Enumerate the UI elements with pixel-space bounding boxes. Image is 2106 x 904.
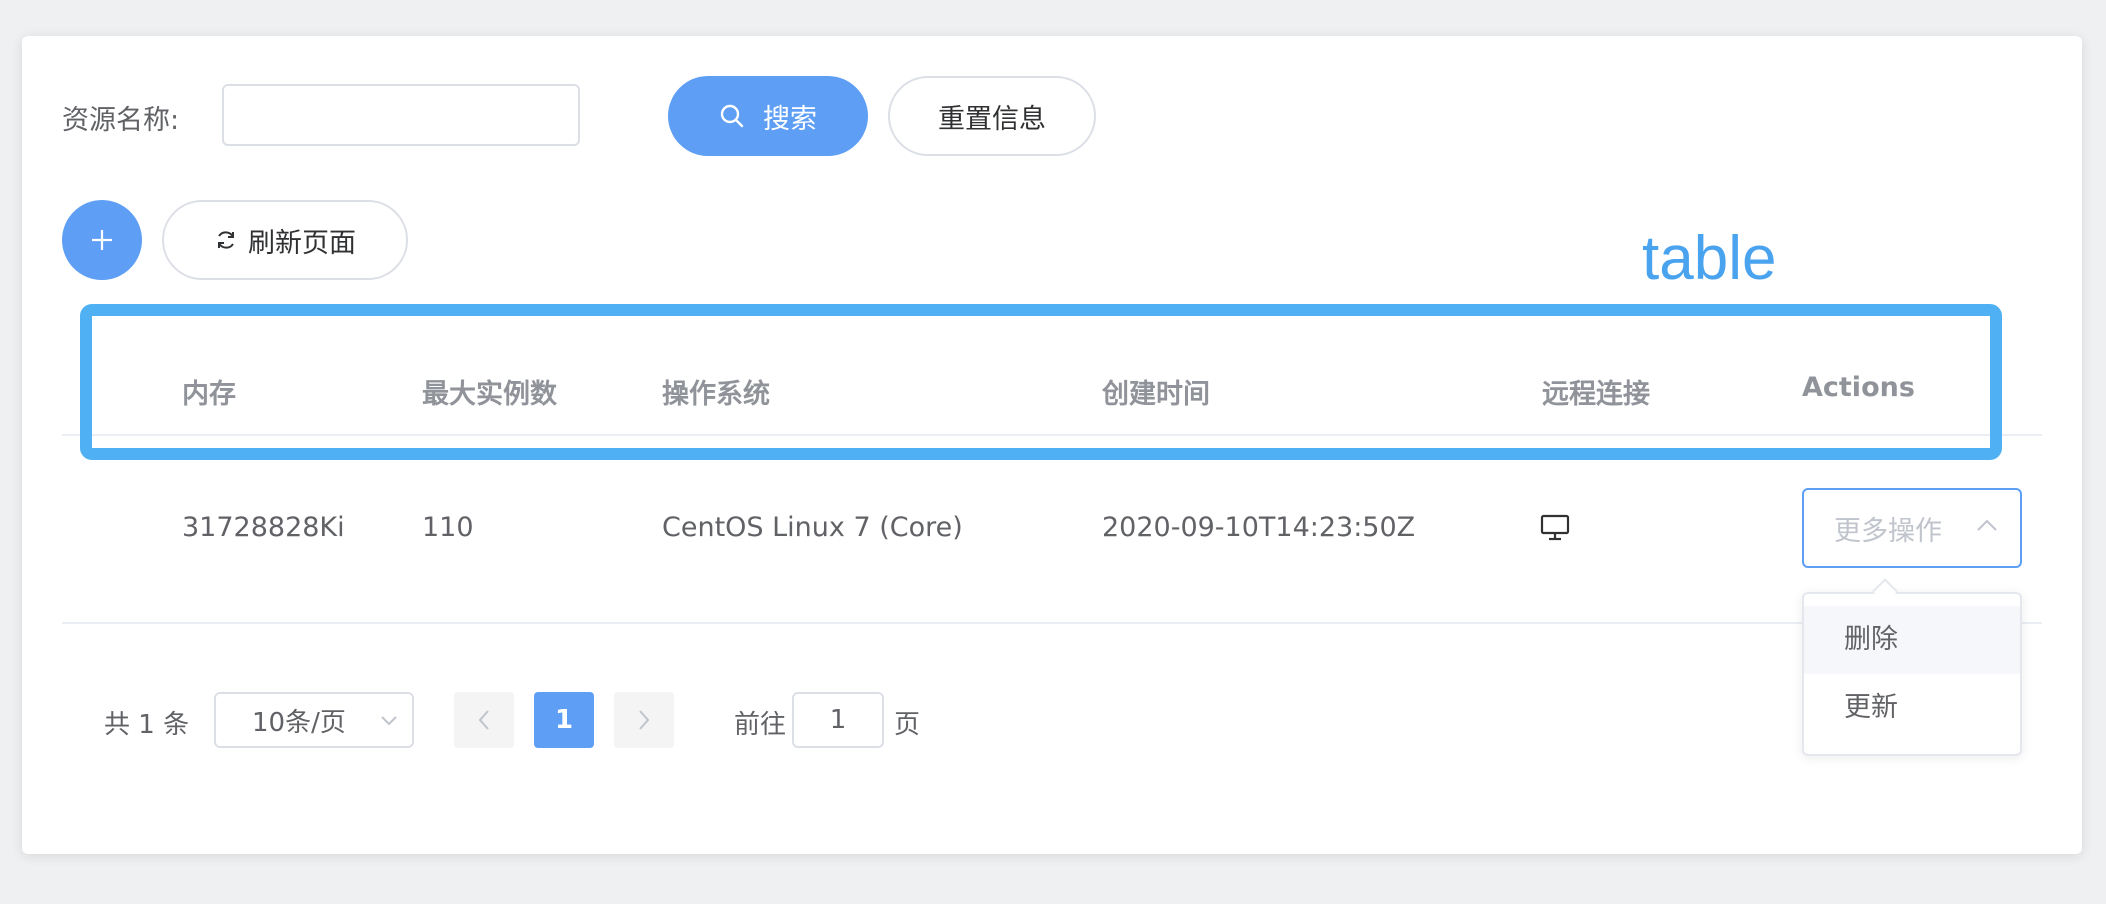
page-number-current[interactable]: 1 — [534, 692, 594, 748]
column-header-os: 操作系统 — [662, 379, 770, 410]
refresh-button[interactable]: 刷新页面 — [162, 200, 408, 280]
search-button[interactable]: 搜索 — [668, 76, 868, 156]
column-header-created-at: 创建时间 — [1102, 379, 1210, 410]
refresh-button-label: 刷新页面 — [248, 227, 356, 259]
page-size-select[interactable]: 10条/页 — [214, 692, 414, 748]
reset-button[interactable]: 重置信息 — [888, 76, 1096, 156]
column-header-memory: 内存 — [182, 379, 236, 410]
goto-suffix: 页 — [894, 710, 921, 740]
dropdown-item-update[interactable]: 更新 — [1804, 674, 2020, 742]
column-header-max-instances: 最大实例数 — [422, 379, 557, 410]
column-header-actions: Actions — [1802, 372, 1915, 403]
chevron-left-icon — [478, 710, 489, 730]
more-actions-dropdown: 删除 更新 — [1802, 592, 2022, 756]
goto-page-input[interactable] — [792, 692, 884, 748]
table-header: 内存 最大实例数 操作系统 创建时间 远程连接 Actions — [62, 336, 2042, 436]
more-actions-placeholder: 更多操作 — [1834, 515, 1942, 547]
pagination-total: 共 1 条 — [104, 710, 190, 740]
search-button-label: 搜索 — [763, 103, 817, 135]
search-icon — [720, 104, 744, 128]
more-actions-select[interactable]: 更多操作 — [1802, 488, 2022, 568]
dropdown-item-delete[interactable]: 删除 — [1804, 606, 2020, 674]
resource-name-label: 资源名称: — [62, 105, 180, 136]
monitor-icon[interactable] — [1540, 514, 1570, 546]
cell-os: CentOS Linux 7 (Core) — [662, 512, 963, 543]
chevron-down-icon — [381, 716, 397, 726]
cell-created-at: 2020-09-10T14:23:50Z — [1102, 512, 1416, 543]
resource-name-input[interactable] — [222, 84, 580, 146]
column-header-remote: 远程连接 — [1542, 379, 1650, 410]
refresh-icon — [218, 231, 234, 249]
add-button[interactable] — [62, 200, 142, 280]
chevron-up-icon — [1977, 519, 1997, 531]
prev-page-button[interactable] — [454, 692, 514, 748]
plus-icon — [92, 230, 112, 250]
table-row: 31728828Ki 110 CentOS Linux 7 (Core) 202… — [62, 436, 2042, 624]
chevron-right-icon — [639, 710, 650, 730]
page-size-value: 10条/页 — [252, 707, 346, 738]
goto-label: 前往 — [734, 710, 787, 740]
cell-max-instances: 110 — [422, 512, 474, 543]
next-page-button[interactable] — [614, 692, 674, 748]
reset-button-label: 重置信息 — [938, 103, 1046, 135]
cell-memory: 31728828Ki — [182, 512, 345, 543]
annotation-table-label: table — [1642, 224, 1777, 293]
